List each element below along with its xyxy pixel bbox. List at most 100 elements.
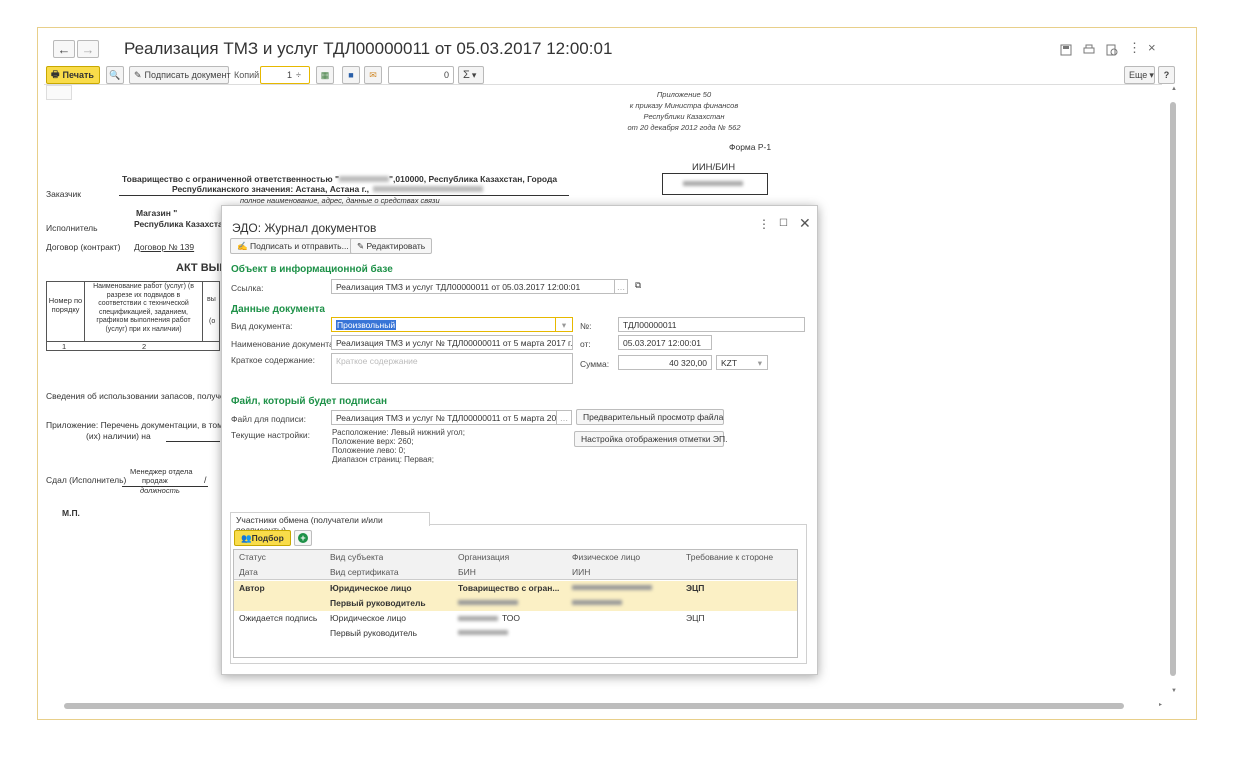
sign-send-button[interactable]: ✍ Подписать и отправить... [230, 238, 356, 254]
doc-name-label: Наименование документа: [231, 339, 337, 349]
section-object: Объект в информационной базе [231, 264, 393, 275]
table-header-row: Статус Вид субъекта Организация Физическ… [234, 550, 797, 565]
participants-table: Статус Вид субъекта Организация Физическ… [233, 549, 798, 658]
table-row[interactable]: Автор Юридическое лицо Товарищество с ог… [234, 581, 797, 611]
copies-label: Копий: [234, 70, 262, 80]
close-icon[interactable]: ✕ [799, 215, 811, 232]
handed-label: Сдал (Исполнитель) [46, 475, 127, 485]
customer-hint: полное наименование, адрес, данные о сре… [240, 196, 440, 205]
col-number-header: Номер по порядку [47, 282, 85, 341]
executor-line-2: Республика Казахста [134, 219, 223, 229]
appendix-list-line-1: Приложение: Перечень документации, в том… [46, 420, 230, 430]
customer-line-2: Республиканского значения: Астана, Астан… [172, 184, 484, 194]
link-label: Ссылка: [231, 283, 264, 293]
cur-settings-text: Расположение: Левый нижний угол; Положен… [332, 428, 465, 464]
vertical-scrollbar[interactable]: ▲ ▼ [1168, 84, 1178, 699]
save-icon[interactable] [1060, 44, 1072, 56]
sign-icon: ✍ [237, 241, 248, 251]
tab-participants[interactable]: Участники обмена (получатели и/или подпи… [230, 512, 430, 535]
more-vert-icon[interactable]: ⋮ [758, 217, 770, 231]
sum-field[interactable]: 0 [388, 66, 454, 84]
pick-button[interactable]: 👥Подбор [234, 530, 291, 546]
position-hint: должность [140, 486, 180, 495]
edit-button[interactable]: ✎ Редактировать [350, 238, 433, 254]
save-button[interactable]: ■ [342, 66, 360, 84]
table-row[interactable]: Ожидается подпись Юридическое лицо ТОО Э… [234, 611, 797, 641]
doc-kind-label: Вид документа: [231, 321, 293, 331]
from-label: от: [580, 339, 591, 349]
num-field[interactable]: ТДЛ00000011 [618, 317, 805, 332]
forward-button[interactable]: → [77, 40, 99, 58]
chevron-down-icon: ▾ [757, 358, 762, 368]
contract-label: Договор (контракт) [46, 242, 121, 252]
usage-text: Сведения об использовании запасов, получ… [46, 391, 230, 401]
executor-label: Исполнитель [46, 223, 98, 233]
section-file: Файл, который будет подписан [231, 396, 387, 407]
doc-kind-select[interactable]: Произвольный [331, 317, 573, 332]
summary-field[interactable]: Краткое содержание [331, 353, 573, 384]
close-icon[interactable]: × [1148, 40, 1156, 55]
customer-line-1: Товарищество с ограниченной ответственно… [122, 174, 558, 184]
window-title: Реализация ТМЗ и услуг ТДЛ00000011 от 05… [124, 39, 613, 58]
executor-line-1: Магазин " [136, 208, 178, 218]
sum-button[interactable]: Σ ▾ [458, 66, 484, 84]
date-field[interactable]: 05.03.2017 12:00:01 [618, 335, 712, 350]
sign-document-button[interactable]: ✎ Подписать документ [129, 66, 231, 84]
print-button[interactable]: 🖶 Печать [46, 66, 100, 84]
pencil-icon: ✎ [357, 241, 365, 251]
corner-cell [46, 85, 72, 100]
magnifier-icon: 🔍 [109, 69, 121, 80]
iin-bin-label: ИИН/БИН [692, 162, 736, 173]
sum-field[interactable]: 40 320,00 [618, 355, 712, 370]
spinner-icon[interactable]: ÷ [296, 70, 301, 80]
table-edit-icon: ▦ [320, 69, 330, 80]
link-field[interactable]: Реализация ТМЗ и услуг ТДЛ00000011 от 05… [331, 279, 627, 294]
act-table: Номер по порядку Наименование работ (усл… [46, 281, 220, 351]
horizontal-scroll-thumb[interactable] [64, 703, 1124, 709]
dialog-title: ЭДО: Журнал документов [232, 221, 377, 235]
preview-icon[interactable] [1106, 44, 1118, 56]
floppy-icon: ■ [348, 70, 354, 80]
people-icon: 👥 [241, 533, 252, 543]
add-button[interactable]: + [294, 530, 312, 546]
appendix-note: Приложение 50 к приказу Министра финансо… [627, 90, 741, 132]
envelope-icon: ✉ [369, 69, 377, 80]
maximize-icon[interactable]: ☐ [779, 218, 788, 229]
doc-name-field[interactable]: Реализация ТМЗ и услуг № ТДЛ00000011 от … [331, 335, 573, 350]
act-title: АКТ ВЫП [176, 262, 228, 274]
arrow-left-icon: ← [57, 41, 71, 57]
position-line-2: продаж [142, 476, 168, 485]
summary-label: Краткое содержание: [231, 355, 315, 365]
position-line-1: Менеджер отдела [130, 467, 193, 476]
link-select-button[interactable]: … [614, 279, 628, 294]
email-button[interactable]: ✉ [364, 66, 382, 84]
col-name-header: Наименование работ (услуг) (в разрезе их… [85, 282, 203, 341]
file-label: Файл для подписи: [231, 414, 306, 424]
help-button[interactable]: ? [1158, 66, 1175, 84]
table-header-row-2: Дата Вид сертификата БИН ИИН [234, 565, 797, 580]
printer-icon: 🖶 [51, 69, 60, 79]
file-field[interactable]: Реализация ТМЗ и услуг № ТДЛ00000011 от … [331, 410, 563, 425]
more-button[interactable]: Еще ▾ [1124, 66, 1155, 84]
edit-table-button[interactable]: ▦ [316, 66, 334, 84]
preview-button[interactable]: 🔍 [106, 66, 124, 84]
customer-label: Заказчик [46, 189, 81, 199]
chevron-down-icon[interactable]: ▾ [555, 317, 573, 332]
appendix-list-line-2: (их) наличии) на [86, 431, 151, 441]
chevron-down-icon: ▾ [471, 69, 477, 80]
preview-file-button[interactable]: Предварительный просмотр файла [576, 409, 724, 425]
section-doc-data: Данные документа [231, 304, 325, 315]
iin-bin-box [662, 173, 768, 195]
vertical-scroll-thumb[interactable] [1170, 102, 1176, 676]
signature-mark-settings-button[interactable]: Настройка отображения отметки ЭП. [574, 431, 727, 447]
horizontal-scrollbar[interactable]: ▸ [44, 701, 1168, 711]
currency-select[interactable]: KZT ▾ [716, 355, 768, 370]
printer-icon[interactable] [1083, 44, 1095, 56]
copies-input[interactable]: 1 ÷ [260, 66, 310, 84]
more-vert-icon[interactable]: ⋮ [1128, 40, 1141, 56]
open-link-icon[interactable]: ⧉ [630, 279, 646, 294]
sign-icon: ✎ [134, 69, 142, 80]
chevron-down-icon: ▾ [1149, 69, 1154, 80]
back-button[interactable]: ← [53, 40, 75, 58]
file-select-button[interactable]: … [556, 410, 572, 425]
